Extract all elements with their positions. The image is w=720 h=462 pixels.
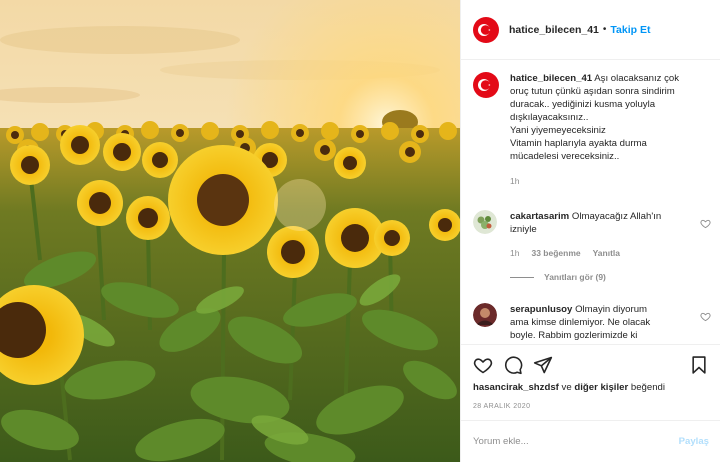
comment-text-line-2: ama kimse dinlemiyor. Ne olacak: [510, 317, 651, 328]
post-date[interactable]: 28 ARALIK 2020: [473, 403, 530, 410]
commenter-avatar[interactable]: [473, 303, 497, 327]
liked-by-connector: ve: [561, 382, 572, 393]
replies-divider: [510, 276, 534, 278]
caption-text: hatice_bilecen_41 Aşı olacaksanız çok or…: [510, 72, 713, 188]
view-replies-label: Yanıtları gör (9): [544, 272, 606, 282]
caption-timestamp[interactable]: 1h: [510, 175, 713, 188]
post-side-panel: hatice_bilecen_41 • Takip Et hatice_bile…: [460, 0, 720, 462]
post-photo[interactable]: [0, 0, 460, 462]
turkish-flag-avatar-icon: [473, 72, 499, 98]
comment-timestamp[interactable]: 1h: [510, 248, 519, 258]
commenter-avatar[interactable]: [473, 210, 497, 234]
comment-bubble-icon[interactable]: [503, 355, 523, 375]
liked-by-others[interactable]: diğer kişiler: [574, 382, 628, 393]
turkish-flag-avatar-icon: [473, 16, 499, 43]
liked-by-text: hasancirak_shzdsf ve diğer kişiler beğen…: [473, 382, 665, 393]
author-username[interactable]: hatice_bilecen_41: [509, 24, 599, 36]
post-comment-button[interactable]: Paylaş: [679, 436, 709, 447]
commenter-avatar-icon: [473, 210, 497, 234]
comment-author[interactable]: serapunlusoy: [510, 304, 572, 315]
caption-line-3: dışkılayacaksınız..: [510, 112, 589, 123]
sunflower-field-image: [0, 0, 460, 462]
caption-line-2: duracak.. yediğinizi kusma yoluyla: [510, 99, 656, 110]
follow-button[interactable]: Takip Et: [610, 24, 650, 36]
comment-text-line-3: boyle. Rabbim gozlerimizde ki: [510, 330, 638, 341]
comment-text: cakartasarim Olmayacağız Allah'ın izniyl…: [510, 210, 690, 236]
view-replies-button[interactable]: Yanıtları gör (9): [510, 272, 713, 282]
comment-author[interactable]: cakartasarim: [510, 211, 569, 222]
post-header: hatice_bilecen_41 • Takip Et: [461, 0, 720, 60]
action-icon-bar: [473, 355, 709, 375]
comment-text-line-1: Olmayin diyorum: [575, 304, 648, 315]
liked-by-user[interactable]: hasancirak_shzdsf: [473, 382, 559, 393]
liked-by-suffix: beğendi: [630, 382, 666, 393]
post-actions: hasancirak_shzdsf ve diğer kişiler beğen…: [461, 344, 720, 420]
caption-line-5: Vitamin haplarıyla ayakta durma: [510, 138, 647, 149]
comment-meta: 1h 33 beğenme Yanıtla: [510, 248, 713, 258]
caption-author[interactable]: hatice_bilecen_41: [510, 73, 592, 84]
comment-likes-count[interactable]: 33 beğenme: [531, 248, 580, 258]
heart-icon[interactable]: [473, 355, 493, 375]
comment-reply-button[interactable]: Yanıtla: [593, 248, 620, 258]
comment-text: serapunlusoy Olmayin diyorum ama kimse d…: [510, 303, 690, 342]
commenter-avatar-icon: [473, 303, 497, 327]
caption-line-1: oruç tutun çünkü aşıdan sonra sindirim: [510, 86, 675, 97]
comment-like-heart-icon[interactable]: [700, 218, 711, 229]
comment-like-heart-icon[interactable]: [700, 311, 711, 322]
caption-line-6: mücadelesi vereceksiniz..: [510, 151, 620, 162]
comment-input[interactable]: [473, 436, 679, 447]
author-avatar[interactable]: [473, 16, 499, 43]
comment-text-line-1: Olmayacağız Allah'ın: [571, 211, 662, 222]
caption-line-0: Aşı olacaksanız çok: [594, 73, 680, 84]
comment-text-line-2: izniyle: [510, 224, 537, 235]
bookmark-icon[interactable]: [689, 355, 709, 375]
caption-line: hatice_bilecen_41 Aşı olacaksanız çok: [510, 72, 713, 85]
separator-dot: •: [602, 24, 607, 35]
post-caption: hatice_bilecen_41 Aşı olacaksanız çok or…: [473, 72, 713, 188]
caption-author-avatar[interactable]: [473, 72, 499, 98]
comment-item: cakartasarim Olmayacağız Allah'ın izniyl…: [473, 210, 713, 282]
paper-plane-icon[interactable]: [533, 355, 553, 375]
caption-line-4: Yani yiyemeyeceksiniz: [510, 125, 606, 136]
comment-item: serapunlusoy Olmayin diyorum ama kimse d…: [473, 303, 713, 342]
comments-list[interactable]: hatice_bilecen_41 Aşı olacaksanız çok or…: [461, 62, 720, 344]
add-comment-bar: Paylaş: [461, 420, 720, 462]
